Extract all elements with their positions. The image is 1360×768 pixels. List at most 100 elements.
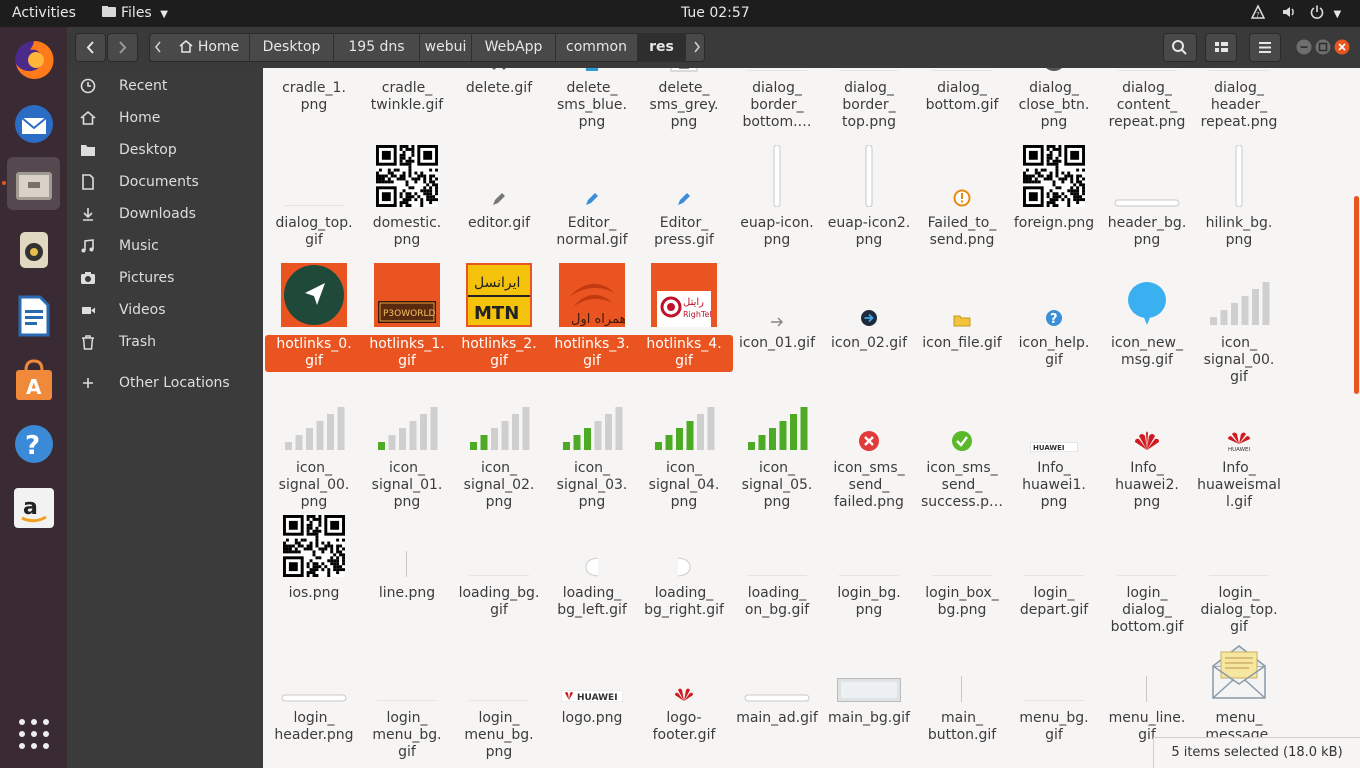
software-center-icon[interactable]: A bbox=[7, 353, 60, 406]
show-apps-icon[interactable] bbox=[7, 707, 60, 760]
file-name: Editor_ normal.gif bbox=[556, 215, 628, 248]
svg-text:HUAWEI: HUAWEI bbox=[577, 693, 618, 702]
file-thumbnail-icon bbox=[1106, 638, 1188, 702]
maximize-icon bbox=[1315, 39, 1331, 55]
svg-text:MTN: MTN bbox=[474, 303, 519, 324]
help-icon[interactable]: ? bbox=[7, 417, 60, 470]
file-name: foreign.png bbox=[1013, 215, 1095, 231]
volume-icon[interactable] bbox=[1281, 0, 1297, 27]
file-thumbnail-icon bbox=[1106, 68, 1188, 72]
file-name: dialog_top. gif bbox=[275, 215, 353, 248]
file-thumbnail-icon bbox=[1013, 513, 1095, 577]
files-icon bbox=[102, 6, 116, 17]
firefox-icon[interactable] bbox=[7, 33, 60, 86]
breadcrumb-label: WebApp bbox=[484, 39, 543, 55]
sidebar-item-music[interactable]: Music bbox=[67, 231, 263, 261]
menu-button[interactable] bbox=[1249, 33, 1281, 62]
breadcrumb-desktop[interactable]: Desktop bbox=[250, 33, 334, 62]
top-bar: Activities Files ▼ Tue 02:57 ? ▼ bbox=[0, 0, 1360, 27]
files-icon[interactable] bbox=[7, 157, 60, 210]
file-name: login_ menu_bg. gif bbox=[372, 710, 442, 760]
sidebar-item-recent[interactable]: Recent bbox=[67, 71, 263, 101]
file-thumbnail-icon bbox=[273, 638, 355, 702]
power-icon[interactable]: ▼ bbox=[1309, 0, 1341, 27]
sidebar-item-label: Desktop bbox=[119, 142, 177, 158]
hamburger-icon bbox=[1259, 42, 1271, 53]
file-name: icon_sms_ send_ success.p… bbox=[920, 460, 1004, 510]
libreoffice-writer-icon[interactable] bbox=[7, 289, 60, 342]
file-thumbnail-icon bbox=[366, 388, 448, 452]
breadcrumb-webapp[interactable]: WebApp bbox=[472, 33, 556, 62]
file-thumbnail-icon bbox=[366, 513, 448, 577]
scrollbar[interactable] bbox=[1354, 196, 1359, 394]
minimize-button[interactable] bbox=[1296, 39, 1312, 59]
network-icon[interactable]: ? bbox=[1250, 0, 1266, 27]
file-name: hotlinks_0. gif bbox=[265, 335, 363, 372]
svg-text:P3OWORLD: P3OWORLD bbox=[383, 309, 435, 319]
file-thumbnail-icon bbox=[1198, 68, 1280, 72]
svg-text:رايتل: رايتل bbox=[683, 297, 704, 308]
breadcrumb-res[interactable]: res bbox=[638, 33, 686, 62]
file-name: icon_sms_ send_ failed.png bbox=[833, 460, 905, 510]
breadcrumb-home[interactable]: Home bbox=[168, 33, 250, 62]
forward-button[interactable] bbox=[107, 33, 138, 62]
svg-text:a: a bbox=[23, 495, 38, 520]
file-thumbnail-icon bbox=[736, 263, 818, 327]
file-name: login_ dialog_ bottom.gif bbox=[1110, 585, 1184, 635]
files-app-menu[interactable]: Files ▼ bbox=[101, 0, 168, 27]
rhythmbox-icon[interactable] bbox=[7, 223, 60, 276]
file-name: euap-icon2. png bbox=[827, 215, 911, 248]
file-thumbnail-icon bbox=[736, 68, 818, 72]
breadcrumb-common[interactable]: common bbox=[556, 33, 638, 62]
amazon-icon[interactable]: a bbox=[7, 481, 60, 534]
sidebar-item-home[interactable]: Home bbox=[67, 103, 263, 133]
file-name: delete_ sms_blue. png bbox=[557, 80, 627, 130]
file-thumbnail-icon bbox=[828, 68, 910, 72]
file-name: line.png bbox=[378, 585, 436, 601]
file-thumbnail-icon bbox=[643, 513, 725, 577]
activities-button[interactable]: Activities bbox=[12, 0, 76, 27]
music-note-icon bbox=[81, 239, 94, 253]
file-thumbnail-icon bbox=[736, 388, 818, 452]
back-button[interactable] bbox=[75, 33, 106, 62]
sidebar: Recent Home Desktop Documents Downloads … bbox=[67, 68, 263, 768]
search-button[interactable] bbox=[1163, 33, 1197, 62]
breadcrumb-webui[interactable]: webui bbox=[420, 33, 472, 62]
svg-text:?: ? bbox=[25, 431, 40, 461]
file-thumbnail-icon bbox=[1198, 638, 1280, 702]
file-thumbnail-icon: P3OWORLD bbox=[366, 263, 448, 327]
close-button[interactable] bbox=[1334, 39, 1350, 59]
breadcrumb-195-dns[interactable]: 195 dns bbox=[334, 33, 420, 62]
sidebar-item-pictures[interactable]: Pictures bbox=[67, 263, 263, 293]
file-name: dialog_ bottom.gif bbox=[925, 80, 999, 113]
maximize-button[interactable] bbox=[1315, 39, 1331, 59]
view-toggle-button[interactable] bbox=[1205, 33, 1237, 62]
file-thumbnail-icon bbox=[1106, 388, 1188, 452]
sidebar-item-label: Downloads bbox=[119, 206, 196, 222]
file-name: main_bg.gif bbox=[828, 710, 910, 726]
file-thumbnail-icon bbox=[643, 388, 725, 452]
scroll-left-icon[interactable] bbox=[153, 40, 163, 58]
file-thumbnail-icon bbox=[273, 388, 355, 452]
close-icon bbox=[1334, 39, 1350, 55]
sidebar-item-trash[interactable]: Trash bbox=[67, 327, 263, 357]
sidebar-item-other-locations[interactable]: Other Locations bbox=[67, 368, 263, 398]
sidebar-item-videos[interactable]: Videos bbox=[67, 295, 263, 325]
sidebar-item-desktop[interactable]: Desktop bbox=[67, 135, 263, 165]
search-icon bbox=[1172, 40, 1187, 55]
file-thumbnail-icon bbox=[828, 388, 910, 452]
scroll-right-icon[interactable] bbox=[692, 40, 702, 58]
plus-icon bbox=[83, 378, 93, 388]
clock[interactable]: Tue 02:57 bbox=[681, 0, 750, 27]
file-name: Info_ huawei1. png bbox=[1022, 460, 1086, 510]
file-name: loading_bg. gif bbox=[458, 585, 540, 618]
file-name: hilink_bg. png bbox=[1205, 215, 1273, 248]
file-name: cradle_ twinkle.gif bbox=[370, 80, 444, 113]
file-thumbnail-icon bbox=[643, 68, 725, 72]
sidebar-item-documents[interactable]: Documents bbox=[67, 167, 263, 197]
file-thumbnail-icon: ايرانسل MTN bbox=[458, 263, 540, 327]
thunderbird-icon[interactable] bbox=[7, 97, 60, 150]
sidebar-item-downloads[interactable]: Downloads bbox=[67, 199, 263, 229]
file-thumbnail-icon: رايتل RighTel bbox=[643, 263, 725, 327]
file-thumbnail-icon bbox=[551, 143, 633, 207]
